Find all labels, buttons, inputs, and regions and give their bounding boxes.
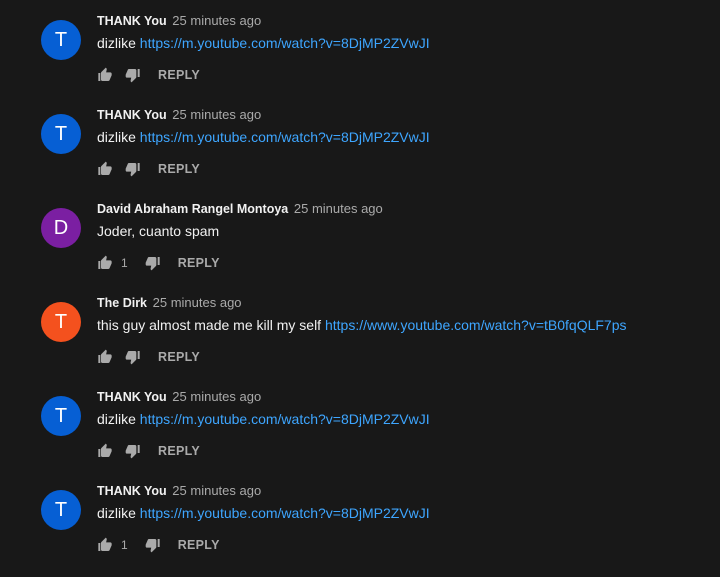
author-name[interactable]: THANK You [97, 108, 167, 122]
comment-thread: T The Dirk 25 minutes ago this guy almos… [0, 282, 720, 376]
comment-timestamp[interactable]: 25 minutes ago [172, 389, 261, 404]
comment-text: dizlike https://m.youtube.com/watch?v=8D… [97, 505, 430, 521]
thumbs-up-icon[interactable] [97, 255, 113, 271]
comment-header: David Abraham Rangel Montoya 25 minutes … [97, 201, 383, 216]
comment-text-content: dizlike [97, 129, 140, 145]
comment-timestamp[interactable]: 25 minutes ago [153, 295, 242, 310]
author-name[interactable]: THANK You [97, 484, 167, 498]
avatar[interactable]: D [41, 208, 81, 248]
comment-timestamp[interactable]: 25 minutes ago [294, 201, 383, 216]
comment-text: this guy almost made me kill my self htt… [97, 317, 627, 333]
comment-thread: T THANK You 25 minutes ago dizlike https… [0, 0, 720, 94]
comment-actions: REPLY [97, 442, 200, 460]
like-count: 1 [121, 538, 128, 552]
comment-actions: 1 REPLY [97, 536, 220, 554]
comment-link[interactable]: https://m.youtube.com/watch?v=8DjMP2ZVwJ… [140, 35, 430, 51]
comment-actions: REPLY [97, 66, 200, 84]
author-name[interactable]: The Dirk [97, 296, 147, 310]
comment-actions: REPLY [97, 160, 200, 178]
thumbs-down-icon[interactable] [125, 443, 141, 459]
comment-timestamp[interactable]: 25 minutes ago [172, 107, 261, 122]
thumbs-down-icon[interactable] [145, 255, 161, 271]
comment-text-content: dizlike [97, 505, 140, 521]
avatar[interactable]: T [41, 302, 81, 342]
thumbs-down-icon[interactable] [145, 537, 161, 553]
comment-timestamp[interactable]: 25 minutes ago [172, 13, 261, 28]
thumbs-up-icon[interactable] [97, 349, 113, 365]
comment-link[interactable]: https://m.youtube.com/watch?v=8DjMP2ZVwJ… [140, 505, 430, 521]
thumbs-up-icon[interactable] [97, 443, 113, 459]
comment-timestamp[interactable]: 25 minutes ago [172, 483, 261, 498]
comment-actions: REPLY [97, 348, 200, 366]
thumbs-down-icon[interactable] [125, 161, 141, 177]
reply-button[interactable]: REPLY [178, 256, 220, 270]
thumbs-down-icon[interactable] [125, 67, 141, 83]
comment-text: Joder, cuanto spam [97, 223, 219, 239]
comment-thread: D David Abraham Rangel Montoya 25 minute… [0, 188, 720, 282]
author-name[interactable]: THANK You [97, 14, 167, 28]
avatar[interactable]: T [41, 114, 81, 154]
comment-text-content: dizlike [97, 35, 140, 51]
comment-actions: 1 REPLY [97, 254, 220, 272]
reply-button[interactable]: REPLY [158, 68, 200, 82]
comment-link[interactable]: https://m.youtube.com/watch?v=8DjMP2ZVwJ… [140, 129, 430, 145]
reply-button[interactable]: REPLY [158, 162, 200, 176]
comment-text-content: dizlike [97, 411, 140, 427]
comment-text-content: this guy almost made me kill my self [97, 317, 325, 333]
avatar[interactable]: T [41, 490, 81, 530]
comment-link[interactable]: https://m.youtube.com/watch?v=8DjMP2ZVwJ… [140, 411, 430, 427]
comment-header: THANK You 25 minutes ago [97, 107, 261, 122]
reply-button[interactable]: REPLY [158, 444, 200, 458]
avatar[interactable]: T [41, 396, 81, 436]
comment-text: dizlike https://m.youtube.com/watch?v=8D… [97, 35, 430, 51]
thumbs-up-icon[interactable] [97, 67, 113, 83]
comment-text-content: Joder, cuanto spam [97, 223, 220, 239]
comment-header: THANK You 25 minutes ago [97, 483, 261, 498]
comment-link[interactable]: https://www.youtube.com/watch?v=tB0fqQLF… [325, 317, 627, 333]
reply-button[interactable]: REPLY [178, 538, 220, 552]
like-count: 1 [121, 256, 128, 270]
comment-thread: T THANK You 25 minutes ago dizlike https… [0, 94, 720, 188]
comment-thread: T THANK You 25 minutes ago dizlike https… [0, 470, 720, 564]
comment-header: The Dirk 25 minutes ago [97, 295, 242, 310]
comment-text: dizlike https://m.youtube.com/watch?v=8D… [97, 129, 430, 145]
thumbs-up-icon[interactable] [97, 161, 113, 177]
comment-header: THANK You 25 minutes ago [97, 13, 261, 28]
thumbs-up-icon[interactable] [97, 537, 113, 553]
reply-button[interactable]: REPLY [158, 350, 200, 364]
author-name[interactable]: THANK You [97, 390, 167, 404]
comment-text: dizlike https://m.youtube.com/watch?v=8D… [97, 411, 430, 427]
author-name[interactable]: David Abraham Rangel Montoya [97, 202, 288, 216]
comment-header: THANK You 25 minutes ago [97, 389, 261, 404]
thumbs-down-icon[interactable] [125, 349, 141, 365]
comment-thread: T THANK You 25 minutes ago dizlike https… [0, 376, 720, 470]
avatar[interactable]: T [41, 20, 81, 60]
